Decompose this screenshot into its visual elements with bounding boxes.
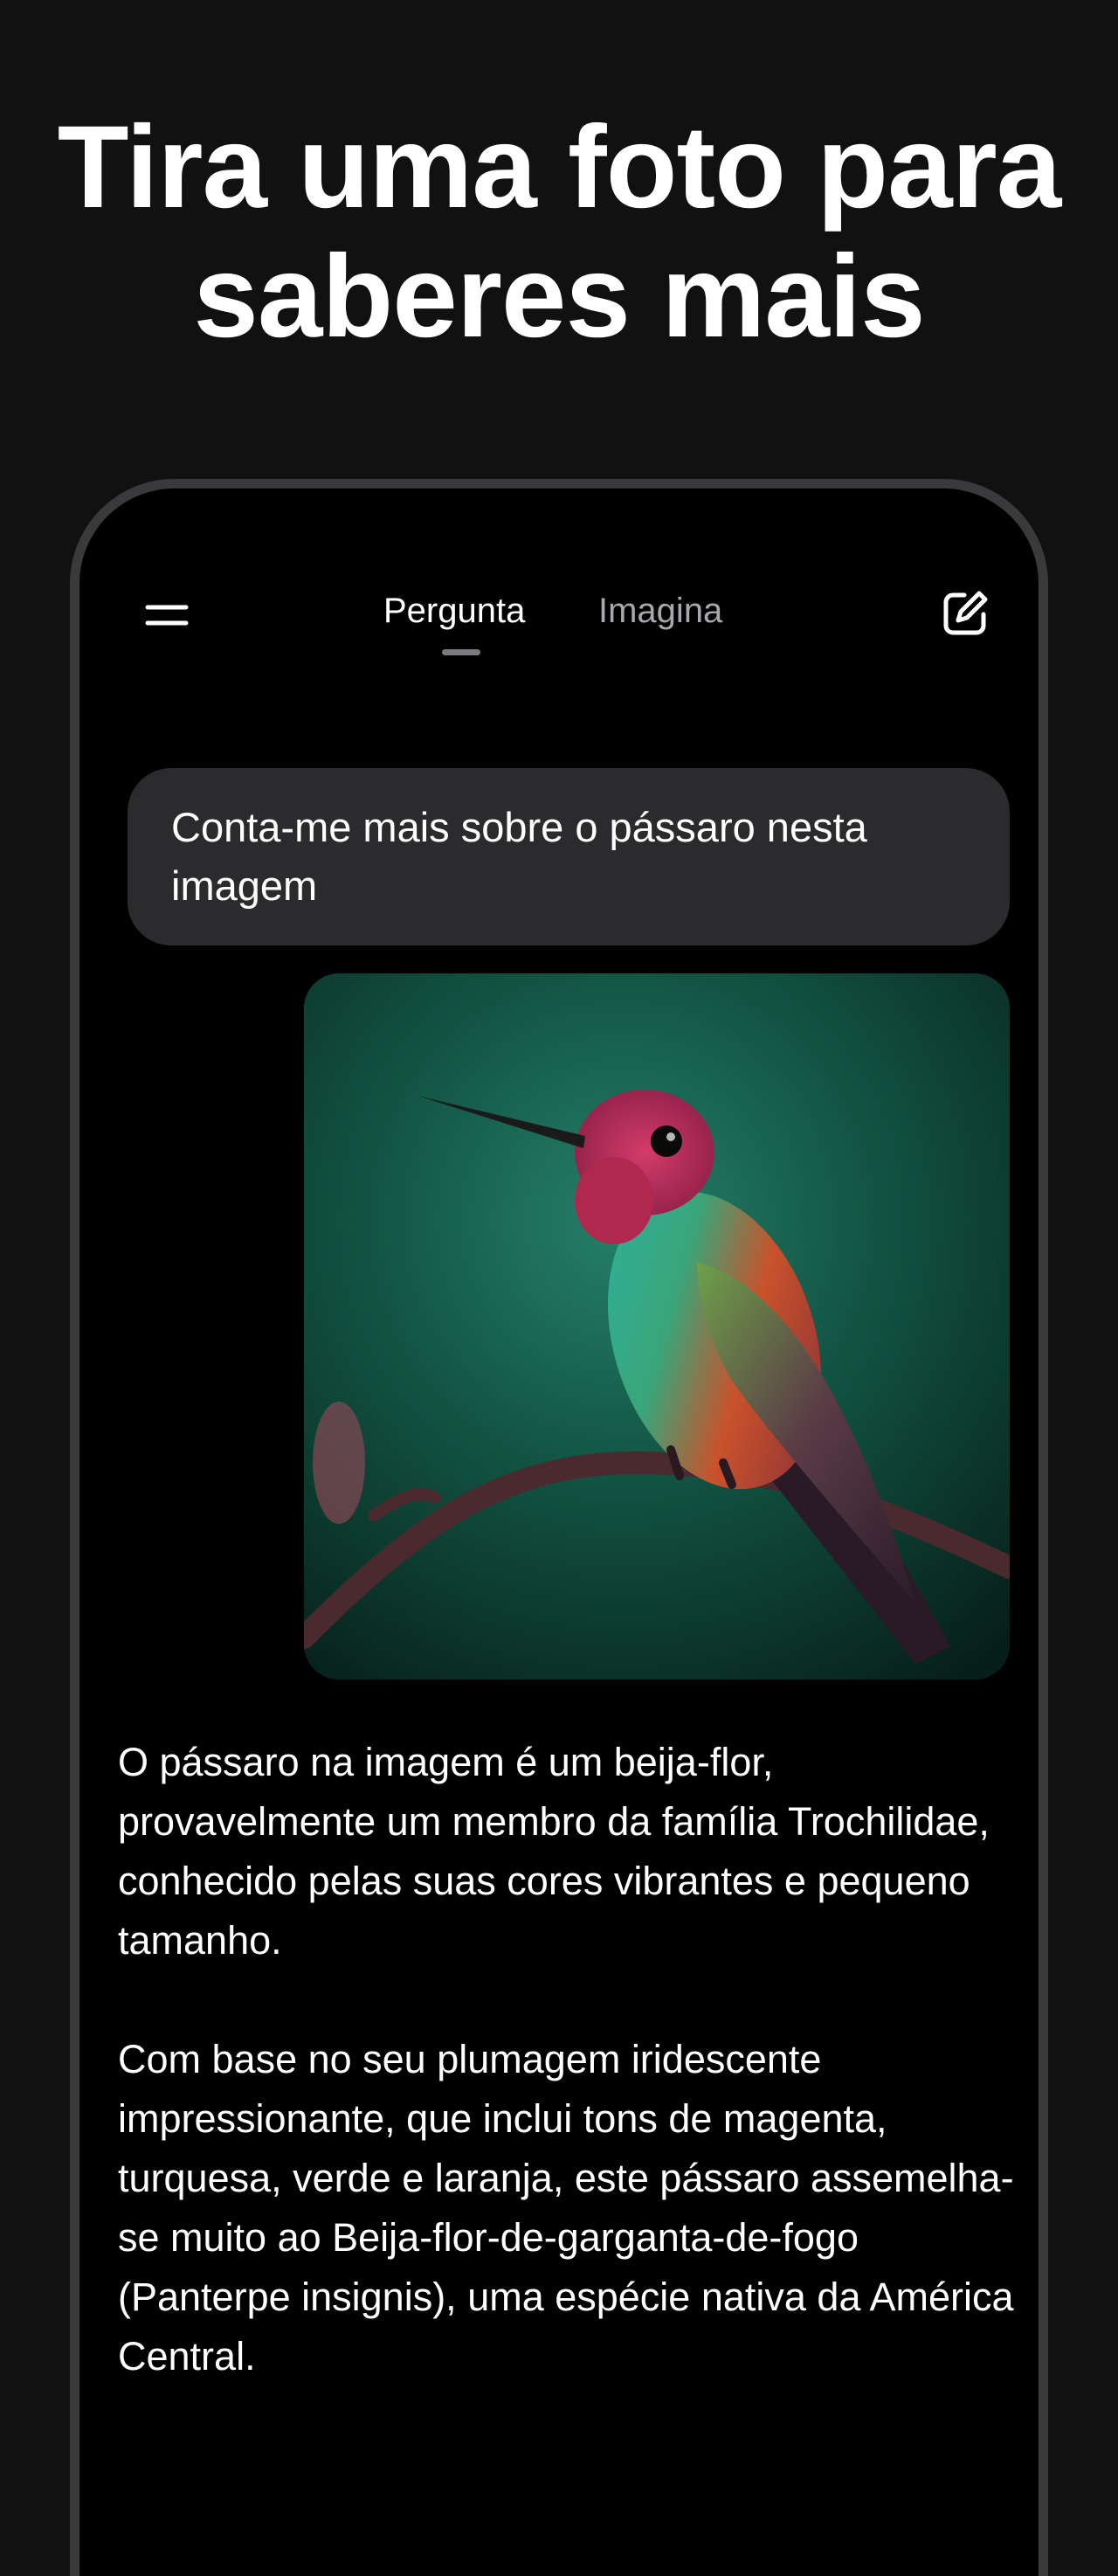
promo-headline-line-2: saberes mais [193,232,925,362]
promo-headline: Tira uma foto para saberes mais [0,103,1118,362]
assistant-response: O pássaro na imagem é um beija-flor, pro… [118,1733,1026,2446]
user-message-bubble: Conta-me mais sobre o pássaro nesta imag… [128,768,1010,945]
promo-headline-line-1: Tira uma foto para [57,102,1062,232]
active-tab-indicator [442,649,480,655]
top-bar: Pergunta Imagina [79,488,1039,663]
tab-imagina[interactable]: Imagina [598,586,722,635]
response-paragraph-1: O pássaro na imagem é um beija-flor, pro… [118,1740,990,1963]
hummingbird-illustration [304,973,1010,1679]
mode-tabs: Pergunta Imagina [79,586,1039,656]
response-paragraph-2: Com base no seu plumagem iridescente imp… [118,2037,1014,2379]
hummingbird-photo[interactable] [304,973,1010,1679]
app-screen: Pergunta Imagina Conta-me mais sobre o p… [79,488,1039,2576]
tab-pergunta[interactable]: Pergunta [383,586,525,635]
phone-frame: Pergunta Imagina Conta-me mais sobre o p… [70,479,1048,2576]
edit-icon-glyph [943,591,988,635]
new-chat-edit-icon[interactable] [938,586,992,641]
